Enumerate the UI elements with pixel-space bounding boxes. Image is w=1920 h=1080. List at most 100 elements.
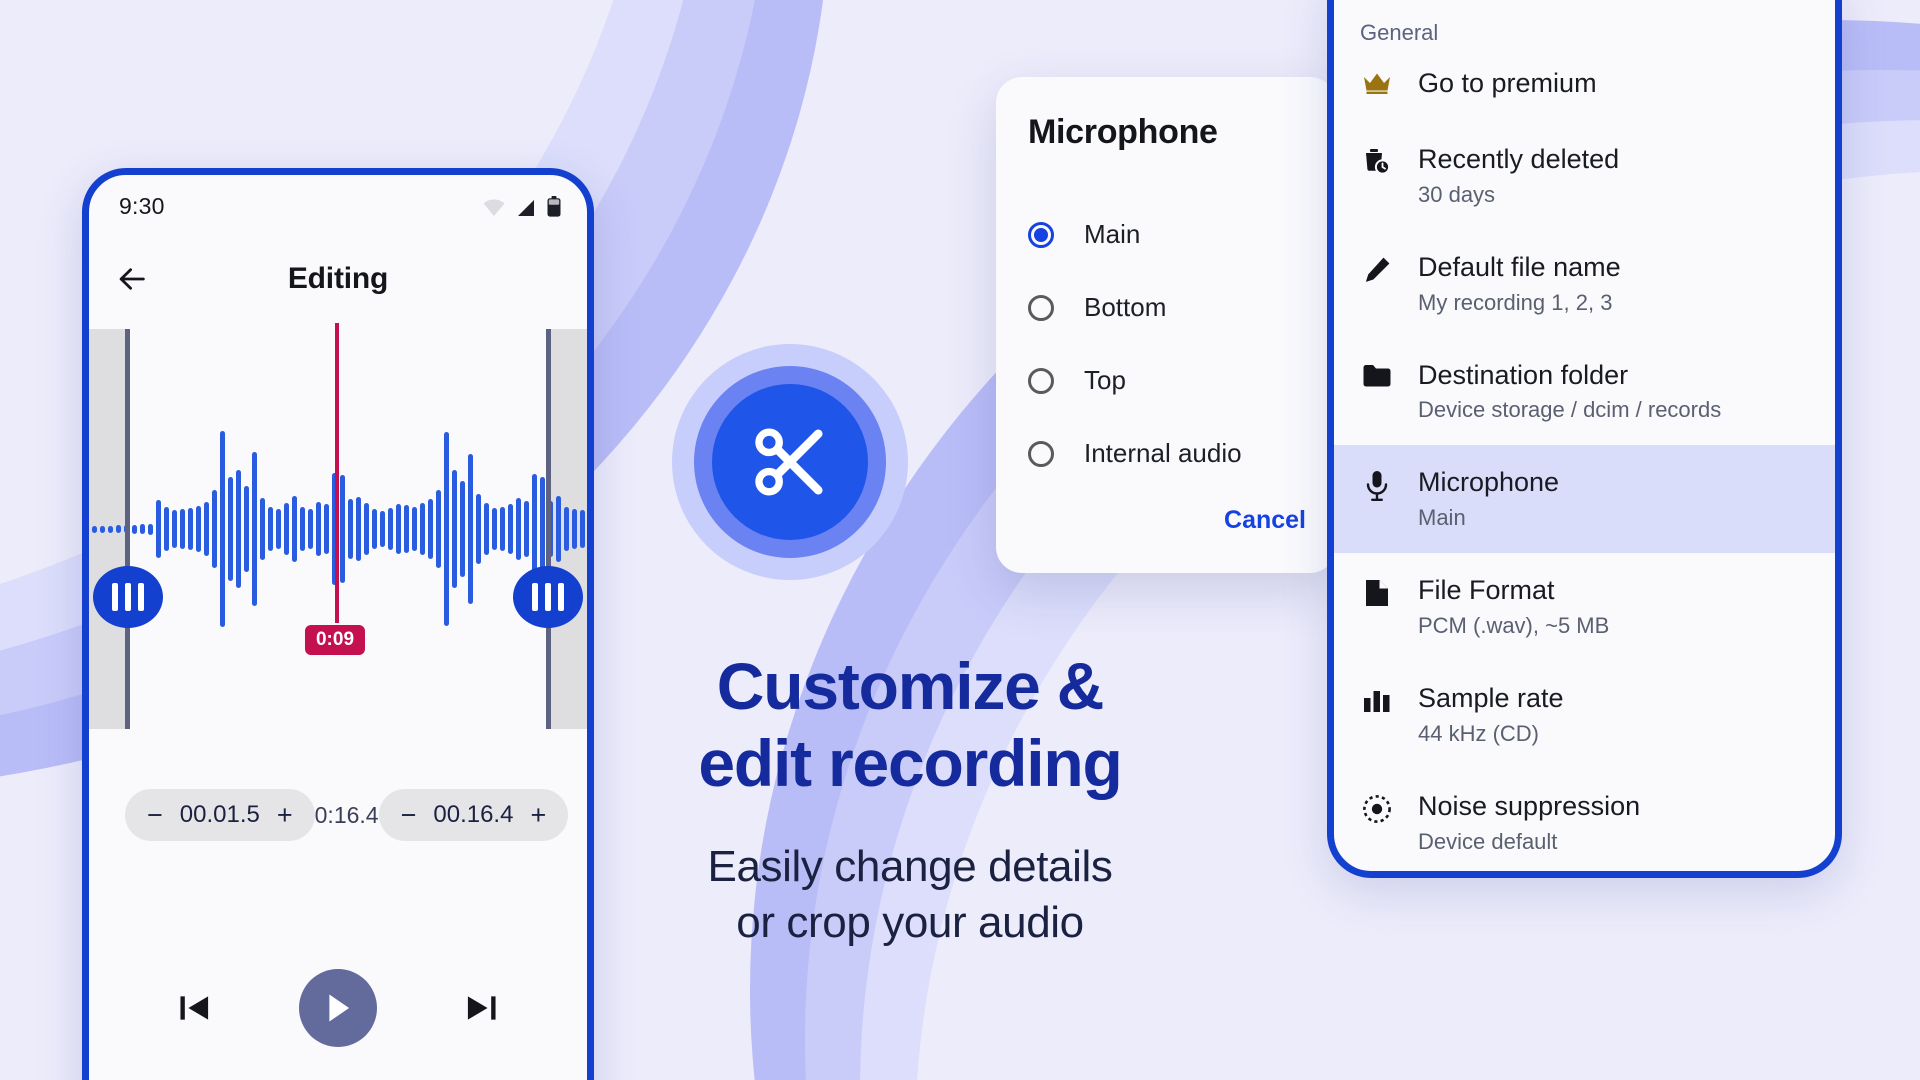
waveform-editor[interactable]: 0:09 bbox=[89, 323, 587, 729]
microphone-option-bottom[interactable]: Bottom bbox=[996, 271, 1336, 344]
radio-button-icon[interactable] bbox=[1028, 440, 1054, 467]
waveform-bar bbox=[363, 503, 369, 555]
crown-icon bbox=[1360, 68, 1394, 95]
settings-item-file-format[interactable]: File Format PCM (.wav), ~5 MB bbox=[1334, 553, 1835, 661]
decrease-end-button[interactable]: − bbox=[401, 801, 417, 829]
settings-item-subtitle: Device storage / dcim / records bbox=[1418, 397, 1722, 423]
increase-start-button[interactable]: + bbox=[277, 801, 293, 829]
settings-item-sample-rate[interactable]: Sample rate 44 kHz (CD) bbox=[1334, 661, 1835, 769]
back-arrow-icon[interactable] bbox=[115, 262, 149, 296]
folder-icon bbox=[1360, 360, 1394, 389]
settings-item-subtitle: 30 days bbox=[1418, 181, 1496, 207]
waveform-bar bbox=[499, 507, 505, 551]
settings-item-text: Go to premium bbox=[1418, 68, 1597, 100]
radio-button-icon[interactable] bbox=[1028, 221, 1054, 248]
waveform-bar bbox=[84, 525, 89, 533]
settings-item-destination-folder[interactable]: Destination folder Device storage / dcim … bbox=[1334, 338, 1835, 446]
waveform-bar bbox=[395, 504, 401, 554]
waveform-bar bbox=[427, 499, 433, 559]
trash-clock-icon bbox=[1360, 144, 1394, 177]
waveform-bar bbox=[179, 509, 185, 549]
settings-item-default-file-name[interactable]: Default file name My recording 1, 2, 3 bbox=[1334, 230, 1835, 338]
waveform-bar bbox=[443, 432, 449, 626]
headline-line-1: Customize & bbox=[716, 649, 1105, 723]
waveform-bar bbox=[259, 498, 265, 560]
pencil-icon bbox=[1360, 252, 1394, 285]
drag-handle-icon bbox=[558, 583, 564, 611]
settings-item-noise-suppression[interactable]: Noise suppression Device default bbox=[1334, 769, 1835, 871]
settings-item-subtitle: 44 kHz (CD) bbox=[1418, 721, 1540, 747]
waveform-bar bbox=[467, 454, 473, 604]
trim-handle-left[interactable] bbox=[93, 566, 163, 628]
status-bar-time: 9:30 bbox=[119, 192, 165, 219]
waveform-bar bbox=[203, 502, 209, 556]
status-bar: 9:30 bbox=[89, 175, 587, 237]
waveform-bar bbox=[219, 431, 225, 627]
drag-handle-icon bbox=[112, 583, 118, 611]
playhead-line bbox=[335, 323, 339, 623]
wifi-icon bbox=[483, 199, 505, 216]
waveform-bar bbox=[483, 503, 489, 555]
cancel-button[interactable]: Cancel bbox=[1224, 506, 1306, 535]
subheadline: Easily change details or crop your audio bbox=[570, 839, 1250, 952]
trim-line-right bbox=[546, 329, 551, 729]
waveform-bar bbox=[187, 508, 193, 550]
end-time-stepper[interactable]: − 00.16.4 + bbox=[378, 789, 569, 841]
settings-item-title: File Format bbox=[1418, 575, 1555, 606]
drag-handle-icon bbox=[545, 583, 551, 611]
settings-section-label: General bbox=[1360, 20, 1439, 45]
waveform-bar bbox=[291, 496, 297, 562]
waveform-bar bbox=[91, 525, 97, 533]
promo-screenshot: 9:30 Editing 0:09 − 00.01.5 + 0:16.4 − 0… bbox=[0, 0, 1920, 1080]
settings-item-title: Recently deleted bbox=[1418, 143, 1620, 174]
signal-icon bbox=[518, 199, 534, 216]
waveform-bar bbox=[579, 510, 585, 548]
waveform-bar bbox=[299, 507, 305, 551]
settings-item-subtitle: PCM (.wav), ~5 MB bbox=[1418, 613, 1610, 639]
page-title: Editing bbox=[287, 262, 389, 295]
waveform-bar bbox=[411, 507, 417, 551]
settings-item-title: Go to premium bbox=[1418, 68, 1597, 98]
microphone-option-list: Main Bottom Top Internal audio bbox=[996, 198, 1336, 490]
radio-button-icon[interactable] bbox=[1028, 367, 1054, 394]
waveform-bar bbox=[355, 497, 361, 561]
waveform-bar bbox=[163, 507, 169, 551]
headline: Customize & edit recording bbox=[570, 648, 1250, 801]
waveform-bar bbox=[227, 477, 233, 581]
settings-item-go-to-premium[interactable]: Go to premium bbox=[1334, 46, 1835, 122]
microphone-option-top[interactable]: Top bbox=[996, 344, 1336, 417]
start-time-value: 00.01.5 bbox=[179, 801, 260, 828]
settings-item-text: Recently deleted 30 days bbox=[1418, 144, 1619, 208]
waveform-bar bbox=[251, 452, 257, 606]
end-time-value: 00.16.4 bbox=[433, 801, 514, 828]
microphone-option-main[interactable]: Main bbox=[996, 198, 1336, 271]
waveform-bar bbox=[419, 503, 425, 555]
increase-end-button[interactable]: + bbox=[530, 801, 546, 829]
microphone-option-label: Bottom bbox=[1084, 292, 1167, 322]
decrease-start-button[interactable]: − bbox=[147, 801, 163, 829]
skip-previous-icon[interactable] bbox=[177, 992, 213, 1024]
radio-button-icon[interactable] bbox=[1028, 294, 1054, 321]
waveform-bar bbox=[387, 508, 393, 550]
waveform-bar bbox=[588, 507, 593, 551]
settings-item-title: Microphone bbox=[1418, 467, 1560, 498]
drag-handle-icon bbox=[125, 583, 131, 611]
microphone-option-internal-audio[interactable]: Internal audio bbox=[996, 417, 1336, 490]
trim-handle-right[interactable] bbox=[513, 566, 583, 628]
settings-item-text: Default file name My recording 1, 2, 3 bbox=[1418, 252, 1621, 316]
skip-next-icon[interactable] bbox=[463, 992, 499, 1024]
phone-mockup-settings: General Go to premium Recently deleted 30 … bbox=[1327, 0, 1842, 878]
waveform-bar bbox=[115, 525, 121, 533]
start-time-stepper[interactable]: − 00.01.5 + bbox=[125, 789, 315, 841]
microphone-option-label: Main bbox=[1084, 219, 1141, 249]
waveform-bar bbox=[371, 509, 377, 549]
settings-item-microphone[interactable]: Microphone Main bbox=[1334, 445, 1835, 554]
play-button[interactable] bbox=[299, 969, 377, 1047]
microphone-dialog: Microphone Main Bottom Top Internal audio C… bbox=[996, 77, 1336, 573]
play-icon bbox=[329, 994, 350, 1022]
settings-item-recently-deleted[interactable]: Recently deleted 30 days bbox=[1334, 122, 1835, 230]
waveform-bar bbox=[523, 501, 529, 557]
waveform-bar bbox=[323, 504, 329, 554]
waveform-bar bbox=[555, 496, 561, 562]
dialog-title: Microphone bbox=[1028, 113, 1218, 151]
